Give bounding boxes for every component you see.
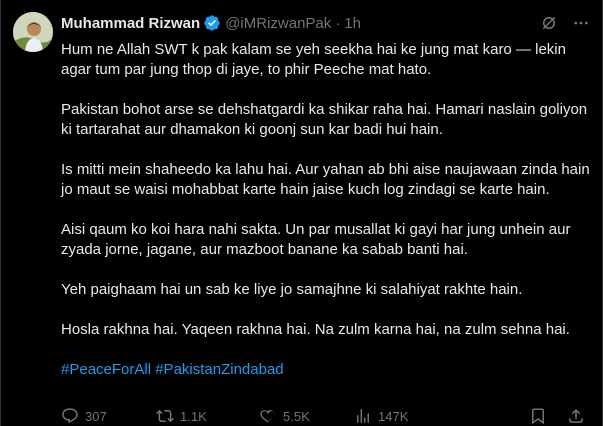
author-handle[interactable]: @iMRizwanPak	[225, 15, 331, 32]
tweet-paragraph: Is mitti mein shaheedo ka lahu hai. Aur …	[61, 161, 590, 198]
avatar[interactable]	[13, 12, 53, 52]
reply-button[interactable]: 307	[61, 407, 156, 425]
bookmark-icon	[532, 408, 544, 425]
verified-badge-icon[interactable]	[203, 14, 221, 32]
views-chart-icon	[357, 409, 369, 423]
tweet-paragraph: Pakistan bohot arse se dehshatgardi ka s…	[61, 101, 588, 138]
author-display-name[interactable]: Muhammad Rizwan	[61, 15, 200, 32]
repost-count: 1.1K	[180, 408, 207, 424]
reply-icon	[62, 408, 78, 424]
share-button[interactable]	[567, 407, 591, 425]
avatar-photo-icon	[13, 12, 53, 52]
like-button[interactable]: 5.5K	[259, 407, 354, 425]
hashtag-line: #PeaceForAll #PakistanZindabad	[61, 360, 591, 380]
heart-icon	[260, 410, 275, 423]
more-icon[interactable]	[572, 14, 590, 32]
views-button[interactable]: 147K	[354, 407, 464, 425]
tweet-header: Muhammad Rizwan @iMRizwanPak · 1h	[61, 12, 590, 34]
like-count: 5.5K	[283, 408, 310, 424]
repost-icon	[156, 409, 174, 423]
repost-button[interactable]: 1.1K	[156, 407, 259, 425]
tweet-paragraph: Hosla rakhna hai. Yaqeen rakhna hai. Na …	[61, 321, 570, 338]
reply-count: 307	[85, 408, 107, 424]
tweet-timestamp[interactable]: 1h	[344, 15, 361, 32]
grok-icon[interactable]	[540, 14, 558, 32]
views-count: 147K	[378, 408, 409, 424]
tweet-paragraph: Hum ne Allah SWT k pak kalam se yeh seek…	[61, 41, 566, 78]
hashtag-link[interactable]: #PakistanZindabad	[155, 361, 283, 378]
separator-dot: ·	[335, 14, 341, 32]
bookmark-button[interactable]	[529, 407, 553, 425]
tweet-paragraph: Yeh paighaam hai un sab ke liye jo samaj…	[61, 281, 523, 298]
tweet-action-bar: 307 1.1K 5.5K 147K	[61, 406, 591, 426]
tweet-paragraph: Aisi qaum ko koi hara nahi sakta. Un par…	[61, 221, 571, 258]
hashtag-link[interactable]: #PeaceForAll	[61, 361, 151, 378]
tweet-card[interactable]: Muhammad Rizwan @iMRizwanPak · 1h Hum ne…	[0, 0, 603, 426]
share-icon	[569, 408, 583, 423]
header-actions	[540, 14, 590, 32]
tweet-text: Hum ne Allah SWT k pak kalam se yeh seek…	[61, 40, 591, 400]
